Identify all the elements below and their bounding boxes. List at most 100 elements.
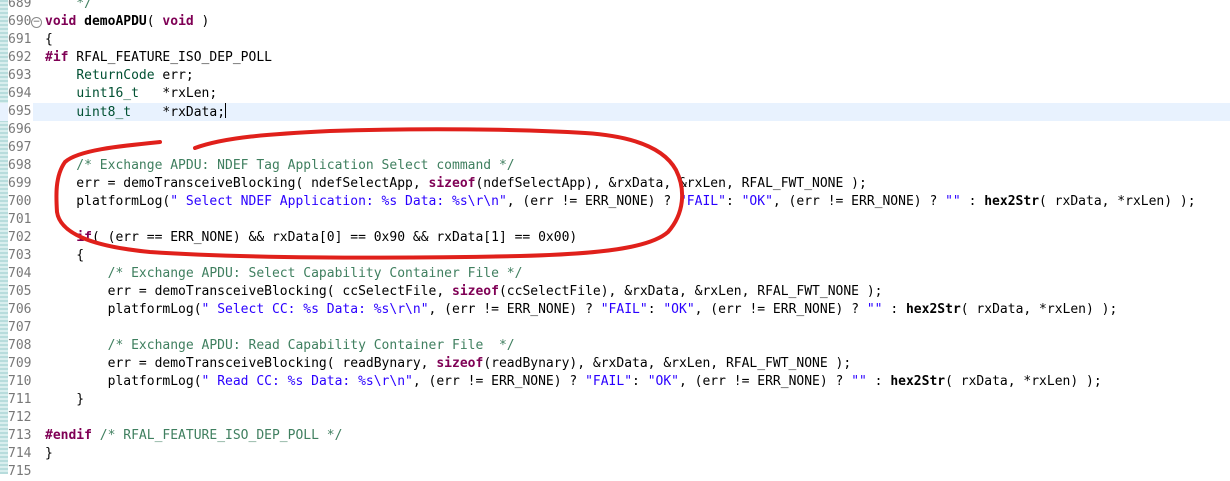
line-number: 695: [8, 103, 33, 121]
code-token: demoAPDU: [84, 14, 147, 29]
code-token: #if: [45, 50, 69, 65]
code-line-706[interactable]: 706 platformLog(" Select CC: %s Data: %s…: [0, 301, 1230, 319]
code-token: /* Exchange APDU: Read Capability Contai…: [45, 338, 515, 353]
line-number: 703: [8, 248, 32, 263]
code-token: *rxLen;: [138, 86, 218, 101]
code-text[interactable]: platformLog(" Read CC: %s Data: %s\r\n",…: [45, 373, 1102, 391]
code-token: hex2Str: [984, 194, 1040, 209]
code-line-714[interactable]: 714}: [0, 445, 1230, 463]
code-text[interactable]: {: [45, 247, 84, 265]
code-line-693[interactable]: 693 ReturnCode err;: [0, 67, 1230, 85]
code-line-704[interactable]: 704 /* Exchange APDU: Select Capability …: [0, 265, 1230, 283]
code-token: (ndefSelectApp), &rxData, &rxLen, RFAL_F…: [475, 176, 867, 191]
code-token: "OK": [741, 194, 773, 209]
line-number: 693: [8, 68, 32, 83]
code-token: :: [725, 194, 742, 209]
code-text[interactable]: /* Exchange APDU: NDEF Tag Application S…: [45, 157, 514, 175]
code-line-696[interactable]: 696: [0, 121, 1230, 139]
line-number: 706: [8, 302, 32, 317]
code-token: :: [632, 374, 648, 389]
code-text[interactable]: #if RFAL_FEATURE_ISO_DEP_POLL: [45, 49, 272, 67]
code-line-713[interactable]: 713 #endif /* RFAL_FEATURE_ISO_DEP_POLL *…: [0, 427, 1230, 445]
code-line-707[interactable]: 707: [0, 319, 1230, 337]
code-token: err = demoTransceiveBlocking( ndefSelect…: [45, 176, 429, 191]
code-token: hex2Str: [890, 374, 946, 389]
code-token: platformLog(: [45, 302, 202, 317]
code-token: , (err != ERR_NONE) ?: [694, 302, 867, 317]
line-number: 689: [8, 0, 32, 11]
code-line-697[interactable]: 697: [0, 139, 1230, 157]
code-text[interactable]: if( (err == ERR_NONE) && rxData[0] == 0x…: [45, 229, 577, 247]
code-text[interactable]: err = demoTransceiveBlocking( ndefSelect…: [45, 175, 867, 193]
code-line-695[interactable]: 695 uint8_t *rxData;: [0, 103, 1230, 121]
code-token: :: [960, 194, 985, 209]
code-token: , (err != ERR_NONE) ?: [412, 374, 586, 389]
code-editor[interactable]: 689 */690− void demoAPDU( void ) 691{692 #i…: [0, 0, 1230, 479]
code-token: "": [866, 302, 883, 317]
code-line-699[interactable]: 699 err = demoTransceiveBlocking( ndefSe…: [0, 175, 1230, 193]
code-text[interactable]: err = demoTransceiveBlocking( readBynary…: [45, 355, 852, 373]
code-text[interactable]: uint16_t *rxLen;: [45, 85, 217, 103]
code-line-709[interactable]: 709 err = demoTransceiveBlocking( readBy…: [0, 355, 1230, 373]
code-token: /* RFAL_FEATURE_ISO_DEP_POLL */: [91, 428, 343, 443]
code-text[interactable]: }: [45, 391, 84, 409]
code-token: platformLog(: [45, 194, 171, 209]
code-token: ( rxData, *rxLen) );: [1039, 194, 1196, 209]
code-token: }: [45, 392, 85, 407]
code-line-715[interactable]: 715: [0, 463, 1230, 481]
code-line-711[interactable]: 711 }: [0, 391, 1230, 409]
code-text[interactable]: platformLog(" Select CC: %s Data: %s\r\n…: [45, 301, 1118, 319]
code-token: uint16_t: [76, 86, 139, 101]
code-line-712[interactable]: 712: [0, 409, 1230, 427]
line-number: 698: [8, 158, 32, 173]
code-token: , (err != ERR_NONE) ?: [506, 194, 679, 209]
code-text[interactable]: platformLog(" Select NDEF Application: %…: [45, 193, 1196, 211]
code-text[interactable]: {: [45, 31, 53, 49]
code-token: (readBynary), &rxData, &rxLen, RFAL_FWT_…: [483, 356, 852, 371]
code-token: (ccSelectFile), &rxData, &rxLen, RFAL_FW…: [498, 284, 883, 299]
code-line-700[interactable]: 700 platformLog(" Select NDEF Applicatio…: [0, 193, 1230, 211]
line-number: 697: [8, 140, 32, 155]
code-token: "FAIL": [600, 302, 648, 317]
code-line-690[interactable]: 690− void demoAPDU( void ): [0, 13, 1230, 31]
code-text[interactable]: void demoAPDU( void ): [45, 13, 209, 31]
line-number: 696: [8, 122, 32, 137]
fold-toggle-icon[interactable]: −: [31, 17, 42, 28]
code-token: "OK": [647, 374, 679, 389]
code-text[interactable]: /* Exchange APDU: Select Capability Cont…: [45, 265, 523, 283]
code-line-689[interactable]: 689 */: [0, 0, 1230, 13]
code-text[interactable]: err = demoTransceiveBlocking( ccSelectFi…: [45, 283, 883, 301]
line-number: 691: [8, 32, 32, 47]
code-text[interactable]: */: [45, 0, 92, 13]
line-number: 690: [8, 14, 32, 29]
code-token: if: [76, 230, 92, 245]
code-token: " Select NDEF Application: %s Data: %s\r…: [170, 194, 507, 209]
code-token: *rxData;: [131, 105, 226, 120]
code-token: "FAIL": [585, 374, 633, 389]
code-line-710[interactable]: 710 platformLog(" Read CC: %s Data: %s\r…: [0, 373, 1230, 391]
code-line-691[interactable]: 691 {: [0, 31, 1230, 49]
code-text[interactable]: ReturnCode err;: [45, 67, 193, 85]
code-token: }: [45, 446, 53, 461]
code-text[interactable]: #endif /* RFAL_FEATURE_ISO_DEP_POLL */: [45, 427, 342, 445]
code-line-701[interactable]: 701: [0, 211, 1230, 229]
line-number: 692: [8, 50, 32, 65]
code-line-708[interactable]: 708 /* Exchange APDU: Read Capability Co…: [0, 337, 1230, 355]
line-number: 713: [8, 428, 32, 443]
code-token: , (err != ERR_NONE) ?: [428, 302, 601, 317]
code-line-692[interactable]: 692 #if RFAL_FEATURE_ISO_DEP_POLL: [0, 49, 1230, 67]
code-line-703[interactable]: 703 {: [0, 247, 1230, 265]
code-line-698[interactable]: 698 /* Exchange APDU: NDEF Tag Applicati…: [0, 157, 1230, 175]
code-token: :: [882, 302, 906, 317]
code-token: sizeof: [452, 284, 499, 299]
code-text[interactable]: }: [45, 445, 53, 463]
text-cursor: [225, 103, 227, 118]
code-text[interactable]: uint8_t *rxData;: [45, 103, 227, 121]
code-line-702[interactable]: 702 if( (err == ERR_NONE) && rxData[0] =…: [0, 229, 1230, 247]
code-token: err = demoTransceiveBlocking( ccSelectFi…: [45, 284, 452, 299]
code-text[interactable]: /* Exchange APDU: Read Capability Contai…: [45, 337, 515, 355]
code-line-705[interactable]: 705 err = demoTransceiveBlocking( ccSele…: [0, 283, 1230, 301]
code-line-694[interactable]: 694 uint16_t *rxLen;: [0, 85, 1230, 103]
